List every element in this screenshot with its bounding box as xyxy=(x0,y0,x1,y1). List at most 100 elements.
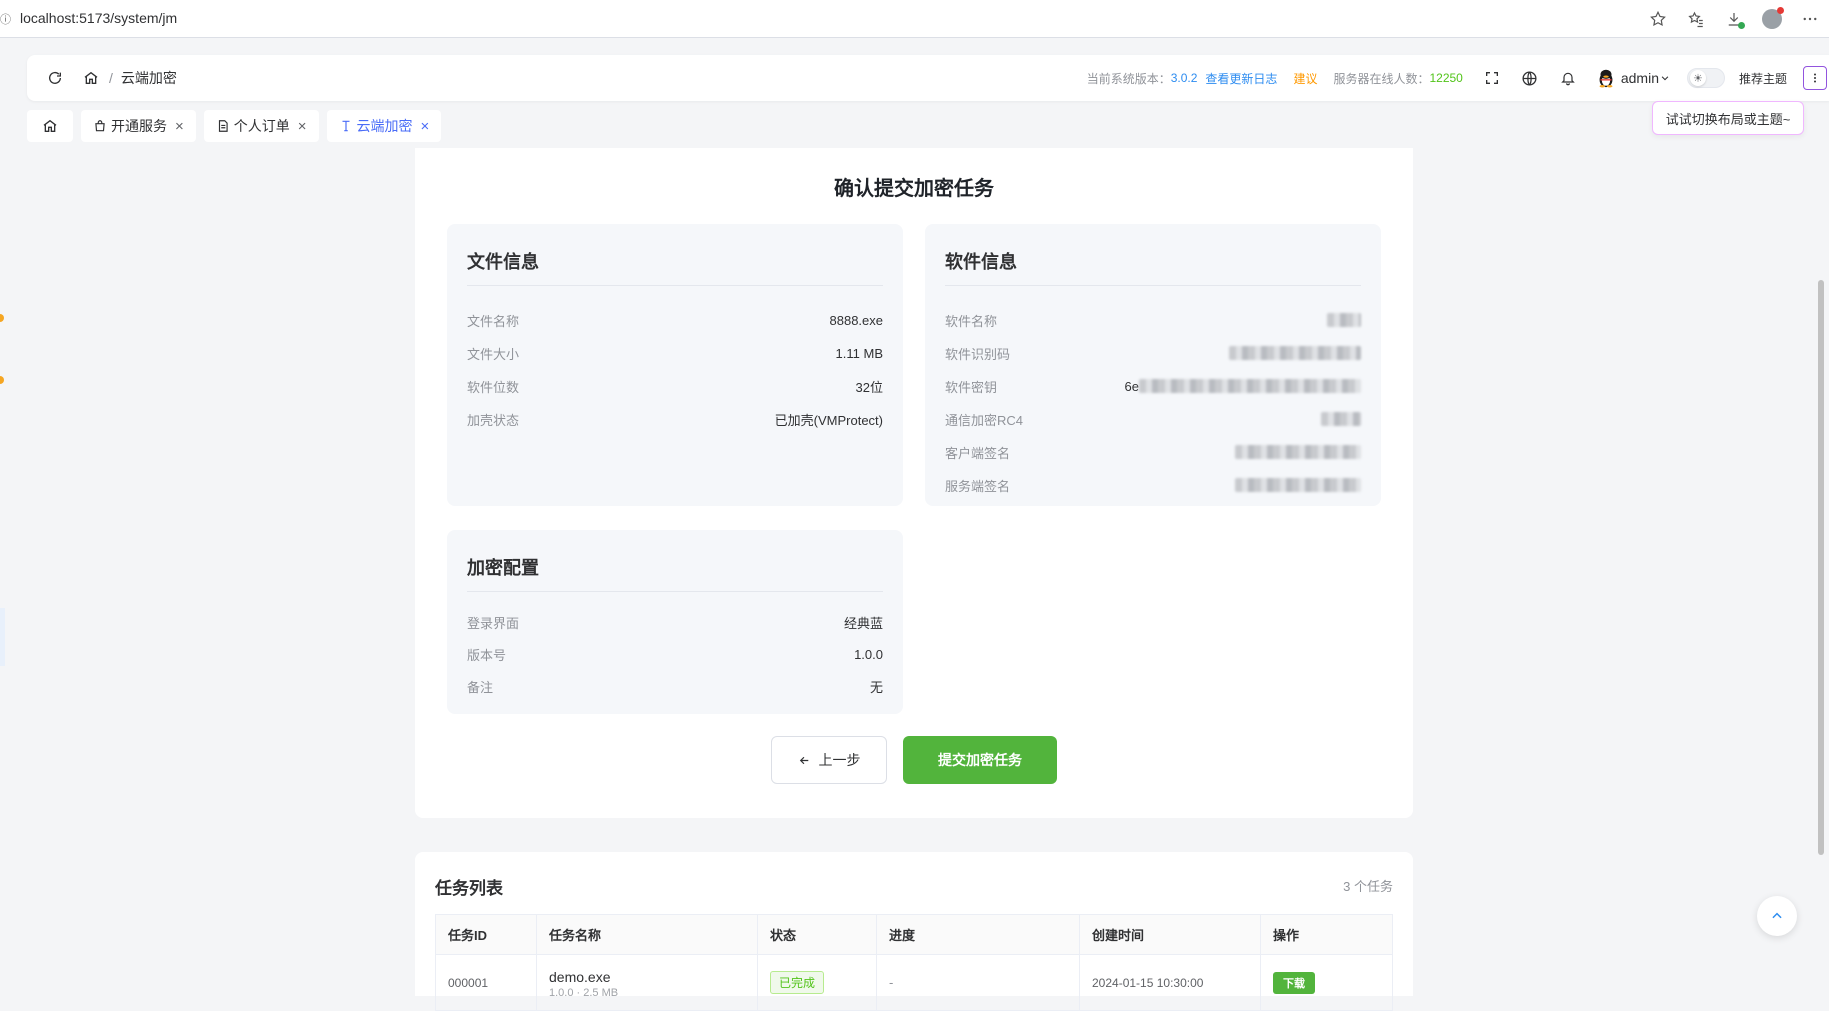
tab-home[interactable] xyxy=(27,110,73,142)
notification-bell-icon[interactable] xyxy=(1557,67,1579,89)
site-info-icon[interactable]: ⓘ xyxy=(0,11,11,26)
refresh-icon[interactable] xyxy=(47,70,63,86)
panel-title: 软件信息 xyxy=(945,252,1017,272)
suggest-link[interactable]: 建议 xyxy=(1293,70,1317,87)
user-name[interactable]: admin xyxy=(1621,70,1659,86)
tab-cloud-encrypt[interactable]: 云端加密 × xyxy=(326,110,442,142)
browser-menu-icon[interactable] xyxy=(1791,0,1829,38)
info-key: 软件识别码 xyxy=(945,346,1011,362)
close-icon[interactable]: × xyxy=(421,118,430,135)
shopping-bag-icon xyxy=(93,119,107,133)
divider xyxy=(467,285,883,286)
column-header: 进度 xyxy=(876,914,1080,955)
software-info-panel: 软件信息 软件名称 软件识别码 软件密钥 6e 通信加密RC4 客户端签名 服务… xyxy=(925,224,1381,506)
document-icon xyxy=(216,119,230,133)
column-header: 状态 xyxy=(757,914,877,955)
info-row: 软件密钥 6e xyxy=(945,376,1361,396)
close-icon[interactable]: × xyxy=(175,118,184,135)
browser-toolbar: ⓘ localhost:5173/system/jm xyxy=(0,0,1829,38)
redacted-value xyxy=(1327,313,1361,327)
info-key: 文件大小 xyxy=(467,346,520,362)
info-row: 软件位数 32位 xyxy=(467,376,883,396)
file-info-panel: 文件信息 文件名称 8888.exe 文件大小 1.11 MB 软件位数 32位… xyxy=(447,224,903,506)
user-avatar-icon[interactable] xyxy=(1595,67,1617,89)
redacted-value xyxy=(1229,346,1361,360)
profile-icon[interactable] xyxy=(1753,0,1791,38)
info-row: 版本号 1.0.0 xyxy=(467,644,883,664)
info-key: 软件密钥 xyxy=(945,379,998,395)
tab-label: 云端加密 xyxy=(356,118,413,134)
info-row: 文件名称 8888.exe xyxy=(467,310,883,330)
sidebar-edge xyxy=(0,38,10,996)
task-id: 000001 xyxy=(435,954,537,1011)
address-bar[interactable]: localhost:5173/system/jm xyxy=(20,10,177,26)
tab-personal-order[interactable]: 个人订单 × xyxy=(203,110,319,142)
theme-tooltip: 试试切换布局或主题~ xyxy=(1652,101,1804,135)
close-icon[interactable]: × xyxy=(298,118,307,135)
info-value: 8888.exe xyxy=(829,312,884,328)
sidebar-active-indicator xyxy=(0,608,5,666)
divider xyxy=(945,285,1361,286)
recommend-theme-button[interactable]: 推荐主题 xyxy=(1739,70,1787,87)
divider xyxy=(467,591,883,592)
status-cell: 已完成 xyxy=(757,954,877,1011)
task-list-card: 任务列表 3 个任务 任务ID 任务名称 状态 进度 创建时间 操作 00000… xyxy=(415,852,1413,1011)
table-header-row: 任务ID 任务名称 状态 进度 创建时间 操作 xyxy=(435,914,1393,955)
info-row: 加壳状态 已加壳(VMProtect) xyxy=(467,409,883,429)
favorites-icon[interactable] xyxy=(1677,0,1715,38)
chevron-down-icon[interactable] xyxy=(1659,67,1671,89)
prev-step-button[interactable]: 上一步 xyxy=(771,736,887,784)
info-key: 文件名称 xyxy=(467,313,520,329)
redacted-value xyxy=(1139,379,1361,393)
theme-toggle[interactable]: ☀ xyxy=(1686,68,1725,88)
info-value: 1.0.0 xyxy=(854,646,883,662)
downloads-icon[interactable] xyxy=(1715,0,1753,38)
info-key: 版本号 xyxy=(467,647,507,663)
info-row: 客户端签名 xyxy=(945,442,1361,462)
info-row: 登录界面 经典蓝 xyxy=(467,612,883,632)
column-header: 任务名称 xyxy=(536,914,758,955)
breadcrumb-current: 云端加密 xyxy=(120,70,177,86)
table-row: 000001 demo.exe 1.0.0 · 2.5 MB 已完成 - 202… xyxy=(435,954,1393,1011)
page-scrollbar[interactable] xyxy=(1818,280,1824,855)
online-count: 12250 xyxy=(1429,71,1463,85)
info-value: 32位 xyxy=(855,379,883,395)
home-icon xyxy=(43,119,57,132)
task-meta: 1.0.0 · 2.5 MB xyxy=(549,986,619,997)
info-row: 软件识别码 xyxy=(945,343,1361,363)
info-key: 软件名称 xyxy=(945,313,998,329)
home-breadcrumb-icon[interactable] xyxy=(83,70,99,86)
browser-actions xyxy=(1639,0,1829,38)
online-label: 服务器在线人数： xyxy=(1333,71,1430,86)
bookmark-star-icon[interactable] xyxy=(1639,0,1677,38)
app-header: / 云端加密 当前系统版本： 3.0.2 查看更新日志 建议 服务器在线人数： … xyxy=(27,55,1829,101)
info-value: 已加壳(VMProtect) xyxy=(774,412,883,428)
submit-encrypt-button[interactable]: 提交加密任务 xyxy=(903,736,1057,784)
task-count: 3 个任务 xyxy=(1343,879,1393,894)
fullscreen-icon[interactable] xyxy=(1481,67,1503,89)
version-label: 当前系统版本： xyxy=(1086,71,1171,86)
status-badge: 已完成 xyxy=(770,971,825,994)
back-to-top-button[interactable] xyxy=(1757,896,1797,936)
language-globe-icon[interactable] xyxy=(1519,67,1541,89)
task-list-title: 任务列表 xyxy=(435,879,503,898)
sidebar-badge-dot xyxy=(0,376,4,384)
text-cursor-icon xyxy=(339,119,353,133)
tab-bar: 开通服务 × 个人订单 × 云端加密 × xyxy=(27,110,442,142)
created-time: 2024-01-15 10:30:00 xyxy=(1079,954,1261,1011)
info-key: 软件位数 xyxy=(467,379,520,395)
sidebar-badge-dot xyxy=(0,314,4,322)
tab-open-service[interactable]: 开通服务 × xyxy=(81,110,196,142)
info-row: 软件名称 xyxy=(945,310,1361,330)
info-key: 通信加密RC4 xyxy=(945,412,1024,428)
column-header: 创建时间 xyxy=(1079,914,1261,955)
changelog-link[interactable]: 查看更新日志 xyxy=(1205,70,1277,87)
version-number: 3.0.2 xyxy=(1170,71,1198,85)
more-vertical-icon[interactable] xyxy=(1803,66,1827,90)
page-title: 确认提交加密任务 xyxy=(834,178,994,200)
download-button[interactable]: 下载 xyxy=(1273,971,1315,994)
info-value: 1.11 MB xyxy=(835,345,883,361)
panel-title: 文件信息 xyxy=(467,252,539,272)
column-header: 操作 xyxy=(1260,914,1393,955)
chevron-up-icon xyxy=(1772,912,1782,919)
